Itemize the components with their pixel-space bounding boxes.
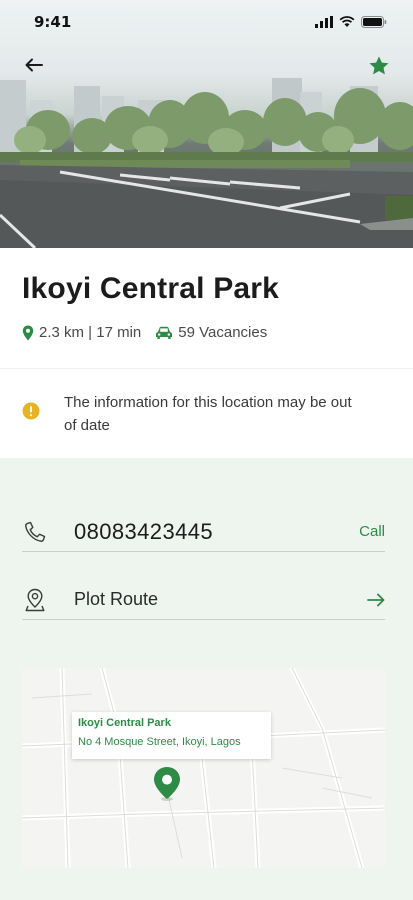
top-nav xyxy=(0,48,413,82)
notice-text: The information for this location may be… xyxy=(64,394,352,434)
location-map[interactable]: Ikoyi Central Park No 4 Mosque Street, I… xyxy=(22,668,385,868)
battery-icon xyxy=(361,16,387,28)
phone-row: 08083423445 Call xyxy=(22,512,385,552)
phone-icon xyxy=(25,521,46,542)
wifi-icon xyxy=(339,16,355,27)
status-time: 9:41 xyxy=(34,13,72,31)
distance-info: 2.3 km | 17 min xyxy=(22,324,141,341)
vacancies-count: 59 Vacancies xyxy=(178,324,268,341)
park-name: Ikoyi Central Park xyxy=(22,272,280,305)
car-icon xyxy=(156,326,173,339)
park-info: Ikoyi Central Park 2.3 km | 17 min 59 Va… xyxy=(0,248,413,368)
back-button[interactable] xyxy=(22,53,46,77)
status-bar: 9:41 xyxy=(0,0,413,44)
call-button[interactable]: Call xyxy=(359,523,385,540)
arrow-right-icon xyxy=(367,593,385,606)
map-card-title: Ikoyi Central Park xyxy=(78,717,171,729)
outdated-info-notice: The information for this location may be… xyxy=(0,368,413,458)
map-location-card[interactable]: Ikoyi Central Park No 4 Mosque Street, I… xyxy=(72,712,271,759)
favorite-button[interactable] xyxy=(367,53,391,77)
park-meta: 2.3 km | 17 min 59 Vacancies xyxy=(22,324,391,341)
plot-route-button[interactable]: Plot Route xyxy=(22,580,385,620)
distance-time: 2.3 km | 17 min xyxy=(39,324,142,341)
map-roads xyxy=(22,668,385,868)
star-icon xyxy=(369,56,389,74)
phone-icon-wrap xyxy=(22,519,48,545)
cellular-signal-icon xyxy=(315,16,333,28)
location-pin-icon xyxy=(22,325,34,340)
phone-number: 08083423445 xyxy=(74,518,213,544)
plot-route-label: Plot Route xyxy=(74,589,159,609)
map-pin-icon xyxy=(25,588,45,611)
status-icons xyxy=(315,16,387,28)
arrow-left-icon xyxy=(25,58,43,72)
route-icon-wrap xyxy=(22,587,48,613)
map-marker-icon[interactable] xyxy=(150,766,184,802)
warning-icon xyxy=(22,402,40,420)
vacancy-info: 59 Vacancies xyxy=(155,324,267,341)
map-card-address: No 4 Mosque Street, Ikoyi, Lagos xyxy=(78,736,241,748)
